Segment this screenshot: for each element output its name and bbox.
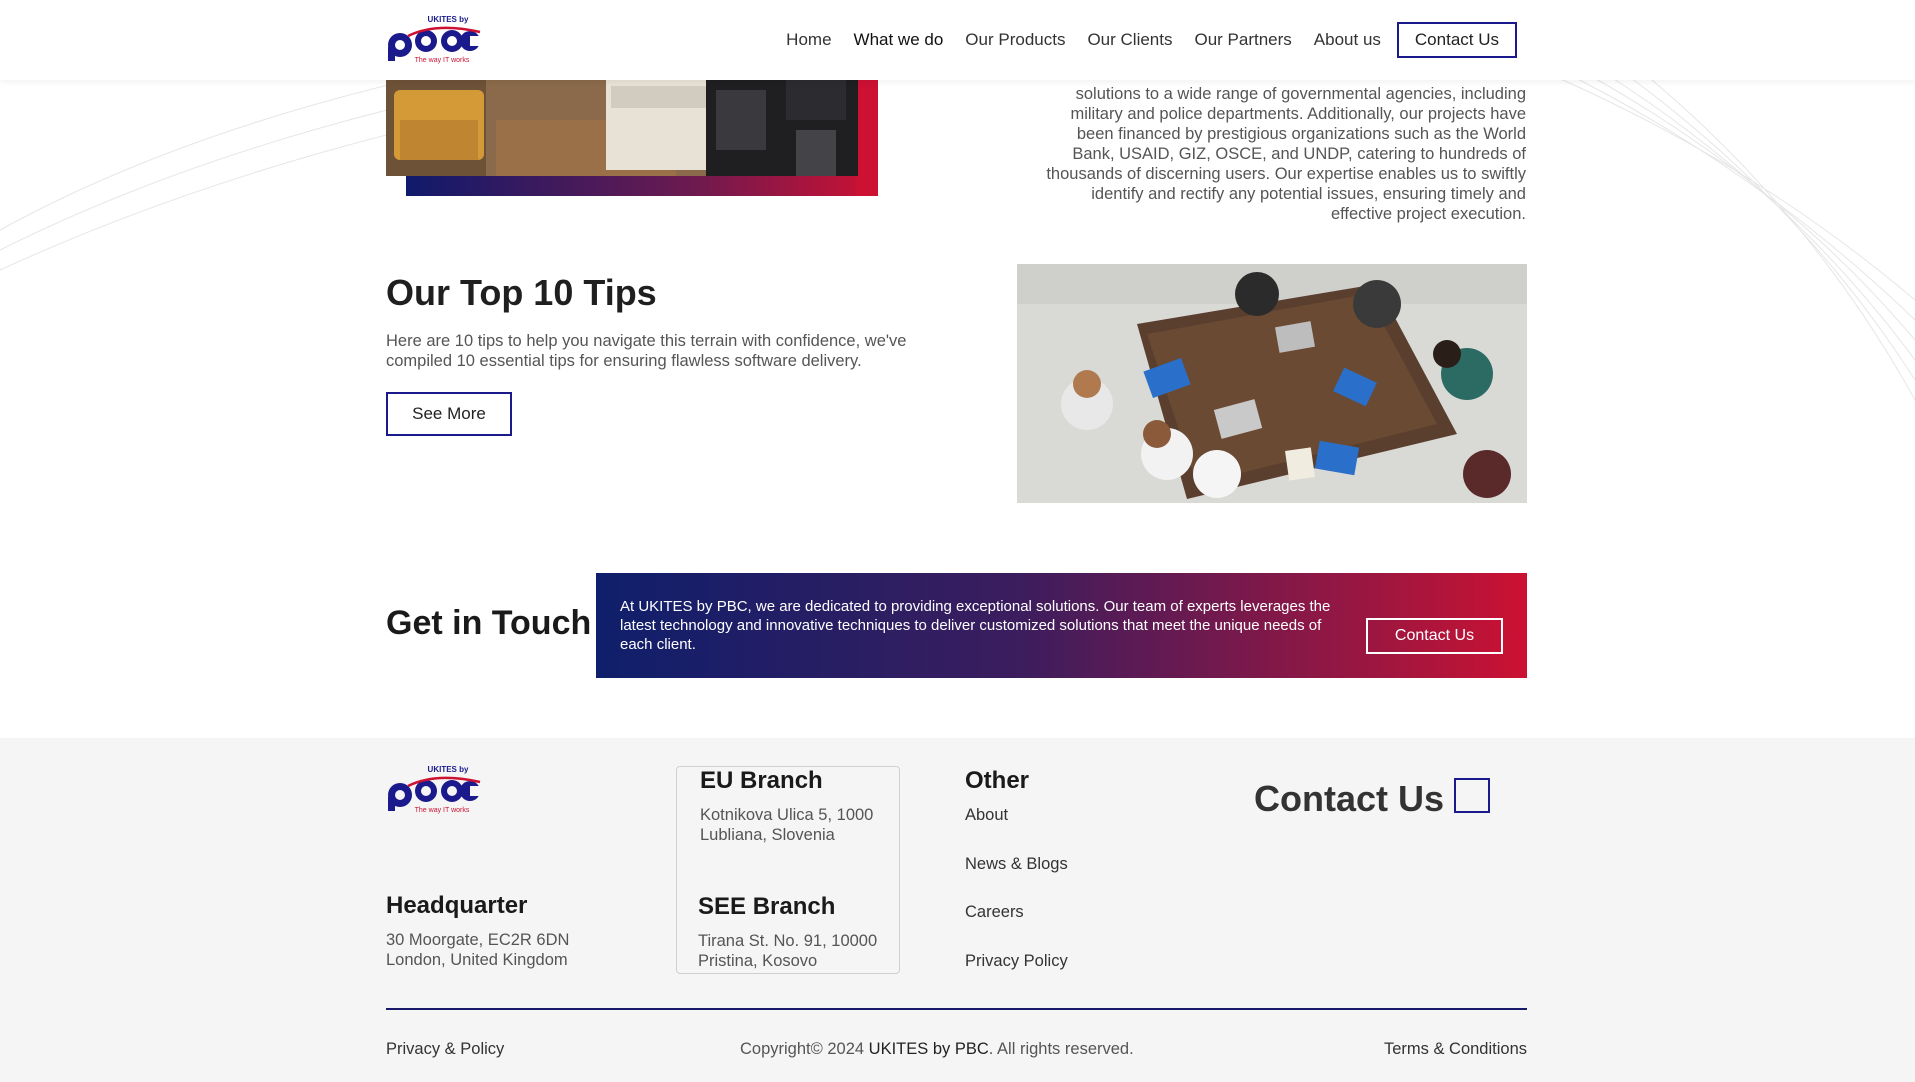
office-red-bar bbox=[856, 80, 878, 196]
tips-description: Here are 10 tips to help you navigate th… bbox=[386, 332, 907, 370]
copyright-brand: UKITES by PBC bbox=[868, 1040, 989, 1058]
main-nav: Home What we do Our Products Our Clients… bbox=[764, 22, 1517, 58]
see-more-button[interactable]: See More bbox=[386, 392, 512, 436]
logo-tagline: The way IT works bbox=[415, 57, 470, 64]
other-title: Other bbox=[965, 767, 1030, 794]
footer-link-privacy-policy[interactable]: Privacy Policy bbox=[965, 952, 1068, 971]
banner-contact-button[interactable]: Contact Us bbox=[1366, 618, 1503, 654]
get-in-touch-banner: At UKITES by PBC, we are dedicated to pr… bbox=[596, 573, 1527, 678]
footer-link-about[interactable]: About bbox=[965, 806, 1008, 825]
hq-address-line1: 30 Moorgate, EC2R 6DN bbox=[386, 931, 570, 949]
site-header: UKITES by The way IT works Home What we … bbox=[0, 0, 1915, 80]
terms-conditions-link[interactable]: Terms & Conditions bbox=[1384, 1040, 1527, 1059]
hq-address-line2: London, United Kingdom bbox=[386, 951, 568, 969]
see-branch-title: SEE Branch bbox=[698, 893, 836, 920]
see-address-line1: Tirana St. No. 91, 10000 bbox=[698, 932, 878, 950]
branches-box: EU Branch Kotnikova Ulica 5, 1000 Lublia… bbox=[676, 766, 900, 974]
ukites-logo[interactable]: UKITES by The way IT works bbox=[386, 14, 482, 64]
nav-our-clients[interactable]: Our Clients bbox=[1087, 30, 1172, 50]
get-in-touch-text: At UKITES by PBC, we are dedicated to pr… bbox=[620, 598, 1331, 653]
footer-link-news-blogs[interactable]: News & Blogs bbox=[965, 855, 1068, 874]
eu-address-line2: Lubliana, Slovenia bbox=[700, 826, 835, 844]
footer-contact-title: Contact Us bbox=[1254, 778, 1445, 819]
tips-title: Our Top 10 Tips bbox=[386, 272, 657, 313]
footer-link-careers[interactable]: Careers bbox=[965, 903, 1024, 922]
office-photo bbox=[386, 80, 858, 176]
see-address-line2: Pristina, Kosovo bbox=[698, 952, 818, 970]
nav-our-products[interactable]: Our Products bbox=[965, 30, 1065, 50]
footer-contact-button[interactable] bbox=[1454, 778, 1490, 813]
eu-branch-title: EU Branch bbox=[700, 767, 823, 794]
meeting-photo bbox=[1017, 264, 1527, 503]
nav-contact-button[interactable]: Contact Us bbox=[1396, 22, 1517, 58]
footer-logo-tagline: The way IT works bbox=[415, 807, 470, 814]
logo-top-text: UKITES by bbox=[428, 15, 469, 24]
headquarter-title: Headquarter bbox=[386, 892, 528, 919]
nav-our-partners[interactable]: Our Partners bbox=[1194, 30, 1291, 50]
eu-branch-address: Kotnikova Ulica 5, 1000 Lubliana, Sloven… bbox=[700, 805, 873, 845]
nav-what-we-do[interactable]: What we do bbox=[854, 30, 944, 50]
copyright-prefix: Copyright© 2024 bbox=[740, 1040, 869, 1058]
see-branch-address: Tirana St. No. 91, 10000 Pristina, Kosov… bbox=[698, 931, 877, 971]
site-footer: UKITES by The way IT works Headquarter 3… bbox=[0, 738, 1915, 1082]
intro-paragraph: solutions to a wide range of governmenta… bbox=[1046, 85, 1526, 223]
footer-divider bbox=[386, 1008, 1527, 1010]
office-image-block bbox=[386, 80, 878, 196]
headquarter-address: 30 Moorgate, EC2R 6DN London, United Kin… bbox=[386, 930, 569, 970]
nav-about-us[interactable]: About us bbox=[1314, 30, 1381, 50]
footer-logo-top-text: UKITES by bbox=[428, 765, 469, 774]
copyright-suffix: . All rights reserved. bbox=[988, 1040, 1134, 1058]
copyright-text: Copyright© 2024 UKITES by PBC. All right… bbox=[740, 1040, 1134, 1059]
eu-address-line1: Kotnikova Ulica 5, 1000 bbox=[700, 806, 874, 824]
footer-logo[interactable]: UKITES by The way IT works bbox=[386, 764, 482, 814]
nav-home[interactable]: Home bbox=[786, 30, 831, 50]
get-in-touch-title: Get in Touch bbox=[386, 604, 592, 642]
privacy-policy-link[interactable]: Privacy & Policy bbox=[386, 1040, 504, 1059]
